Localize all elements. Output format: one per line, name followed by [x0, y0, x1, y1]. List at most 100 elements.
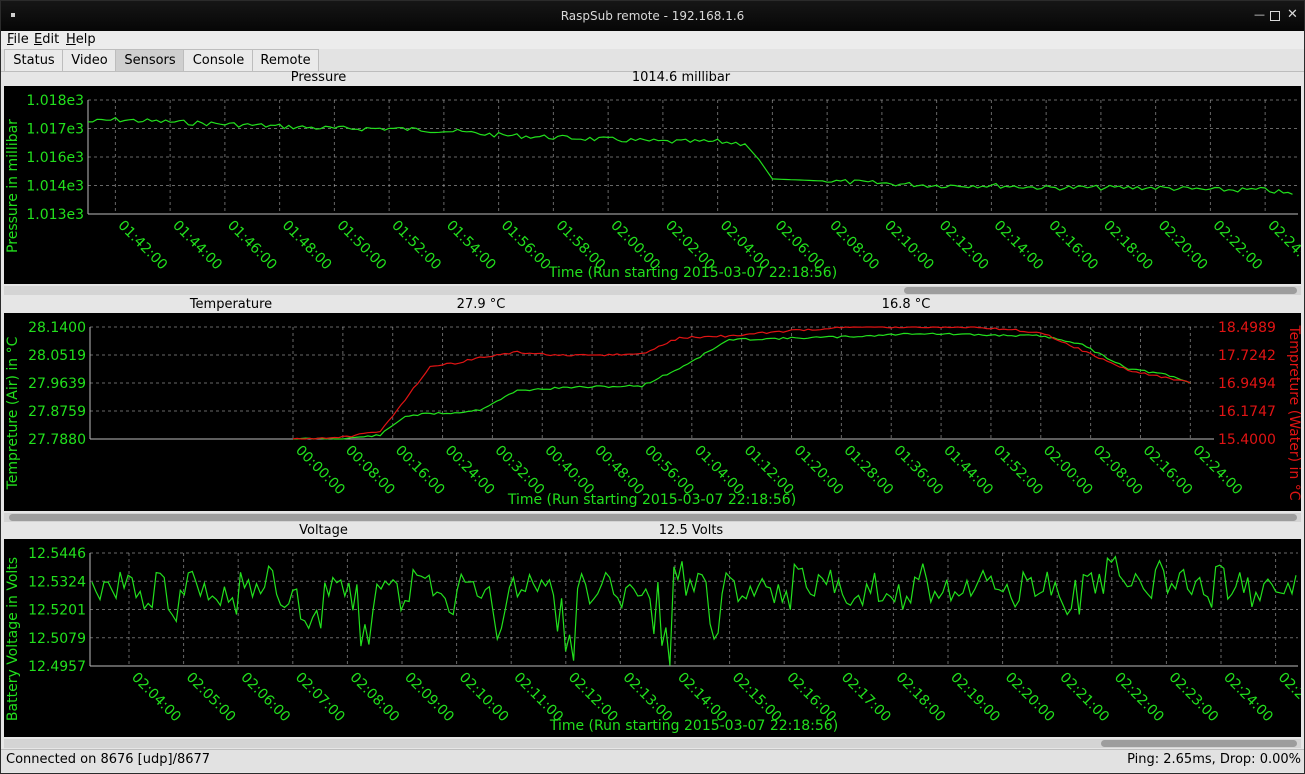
x-tick-label: 02:11:00	[510, 670, 566, 726]
y-tick-label: 1.013e3	[26, 207, 84, 223]
x-tick-label: 01:12:00	[741, 443, 797, 499]
minimize-icon[interactable]: —	[1254, 9, 1265, 20]
x-tick-label: 01:48:00	[279, 218, 335, 274]
voltage-series-line	[91, 555, 1297, 666]
voltage-title: Voltage	[299, 523, 348, 538]
voltage-chart: 12.4957 12.5079 12.5201 12.5324 12.5446 02:04…	[5, 546, 1305, 734]
x-tick-label: 02:16:00	[1045, 218, 1101, 274]
voltage-chart-panel: 12.4957 12.5079 12.5201 12.5324 12.5446 02:04…	[4, 539, 1305, 737]
x-tick-label: 02:25:00	[1275, 670, 1301, 726]
x-tick-label: 01:50:00	[334, 218, 390, 274]
x-tick-label: 00:16:00	[392, 443, 448, 499]
x-axis-title: Time (Run starting 2015-03-07 22:18:56)	[548, 265, 837, 281]
x-tick-label: 02:04:00	[128, 670, 184, 726]
temperature-chart: 27.7880 27.8759 27.9639 28.0519 28.1400 15.40…	[5, 320, 1302, 508]
x-tick-label: 01:54:00	[443, 218, 499, 274]
pressure-scroll-thumb[interactable]	[904, 287, 1297, 294]
voltage-reading: 12.5 Volts	[658, 523, 724, 538]
x-tick-label: 02:21:00	[1056, 670, 1112, 726]
x-tick-label: 02:10:00	[881, 218, 937, 274]
x-tick-label: 02:05:00	[183, 670, 239, 726]
x-tick-label: 01:46:00	[224, 218, 280, 274]
pressure-reading: 1014.6 millibar	[631, 70, 731, 85]
x-tick-label: 02:24:00	[1190, 443, 1246, 499]
x-tick-label: 02:12:00	[936, 218, 992, 274]
x-tick-label: 01:20:00	[791, 443, 847, 499]
y-axis-title: Pressure in millibar	[5, 119, 21, 253]
y-tick-label: 1.014e3	[26, 179, 84, 195]
x-tick-label: 02:20:00	[1155, 218, 1211, 274]
x-tick-label: 02:22:00	[1111, 670, 1167, 726]
x-tick-label: 02:07:00	[292, 670, 348, 726]
x-tick-label: 00:24:00	[442, 443, 498, 499]
x-tick-label: 01:52:00	[388, 218, 444, 274]
x-tick-label: 02:20:00	[1002, 670, 1058, 726]
y-tick-label: 12.5201	[28, 603, 86, 619]
x-tick-label: 01:04:00	[691, 443, 747, 499]
x-tick-label: 00:00:00	[292, 443, 348, 499]
pressure-title: Pressure	[290, 70, 347, 85]
app-window: RaspSub remote - 192.168.1.6 — ✕ File Ed…	[0, 0, 1305, 774]
x-tick-label: 00:56:00	[641, 443, 697, 499]
x-tick-label: 02:08:00	[347, 670, 403, 726]
y-tick-label: 1.017e3	[26, 122, 84, 138]
temperature-title: Temperature	[189, 297, 273, 312]
x-tick-label: 01:36:00	[890, 443, 946, 499]
pressure-chart-panel: 1.013e3 1.014e3 1.016e3 1.017e3 1.018e3 01:42…	[4, 86, 1305, 284]
x-tick-label: 01:52:00	[990, 443, 1046, 499]
x-tick-label: 02:24:00	[1220, 670, 1276, 726]
tab-status[interactable]: Status	[4, 49, 64, 71]
close-icon[interactable]: ✕	[1287, 8, 1298, 21]
x-tick-label: 02:06:00	[237, 670, 293, 726]
x-tick-label: 02:15:00	[729, 670, 785, 726]
y-tick-label: 27.7880	[28, 432, 86, 448]
y-right-tick-label: 18.4989	[1218, 320, 1276, 336]
y-tick-label: 1.018e3	[26, 93, 84, 109]
connection-status: Connected on 8676 [udp]/8677	[6, 752, 211, 767]
tab-remote[interactable]: Remote	[252, 49, 319, 71]
maximize-icon[interactable]	[1270, 11, 1280, 21]
y-tick-label: 12.4957	[28, 659, 86, 675]
menu-bar	[1, 31, 1304, 49]
y-axis-title: Tempreture (Air) in °C	[5, 336, 21, 490]
x-tick-label: 01:56:00	[498, 218, 554, 274]
tab-sensors[interactable]: Sensors	[115, 49, 185, 71]
temperature-water-reading: 16.8 °C	[881, 297, 931, 312]
voltage-scroll-thumb[interactable]	[1101, 740, 1297, 747]
x-axis-title: Time (Run starting 2015-03-07 22:18:56)	[549, 718, 838, 734]
x-tick-label: 02:18:00	[893, 670, 949, 726]
y-tick-label: 12.5324	[28, 574, 86, 590]
x-tick-label: 01:44:00	[169, 218, 225, 274]
x-tick-label: 02:10:00	[456, 670, 512, 726]
y-right-tick-label: 16.9494	[1218, 376, 1276, 392]
menu-help[interactable]: Help	[66, 31, 96, 49]
x-tick-label: 02:18:00	[1100, 218, 1156, 274]
x-tick-label: 01:28:00	[841, 443, 897, 499]
y-axis-title: Battery Voltage in Volts	[5, 557, 21, 721]
pressure-chart: 1.013e3 1.014e3 1.016e3 1.017e3 1.018e3 01:42…	[5, 93, 1305, 281]
y-tick-label: 28.1400	[28, 320, 86, 336]
tab-console[interactable]: Console	[183, 49, 254, 71]
temperature-scroll-thumb[interactable]	[9, 514, 1297, 521]
y-tick-label: 27.8759	[28, 404, 86, 420]
menu-edit[interactable]: Edit	[34, 31, 59, 49]
x-tick-label: 02:17:00	[838, 670, 894, 726]
y-right-tick-label: 16.1747	[1218, 404, 1276, 420]
x-tick-label: 00:32:00	[492, 443, 548, 499]
x-tick-label: 01:42:00	[115, 218, 171, 274]
x-tick-label: 02:13:00	[620, 670, 676, 726]
y-tick-label: 28.0519	[28, 348, 86, 364]
x-tick-label: 02:00:00	[1040, 443, 1096, 499]
x-axis-title: Time (Run starting 2015-03-07 22:18:56)	[507, 492, 796, 508]
x-tick-label: 02:16:00	[783, 670, 839, 726]
menu-file[interactable]: File	[7, 31, 29, 49]
y-tick-label: 1.016e3	[26, 150, 84, 166]
x-tick-label: 02:23:00	[1166, 670, 1222, 726]
x-tick-label: 00:40:00	[541, 443, 597, 499]
x-tick-label: 02:12:00	[565, 670, 621, 726]
x-tick-label: 02:24:00	[1264, 218, 1301, 274]
x-tick-label: 00:48:00	[591, 443, 647, 499]
tab-video[interactable]: Video	[62, 49, 117, 71]
x-tick-label: 01:44:00	[940, 443, 996, 499]
y-right-tick-label: 17.7242	[1218, 348, 1276, 364]
